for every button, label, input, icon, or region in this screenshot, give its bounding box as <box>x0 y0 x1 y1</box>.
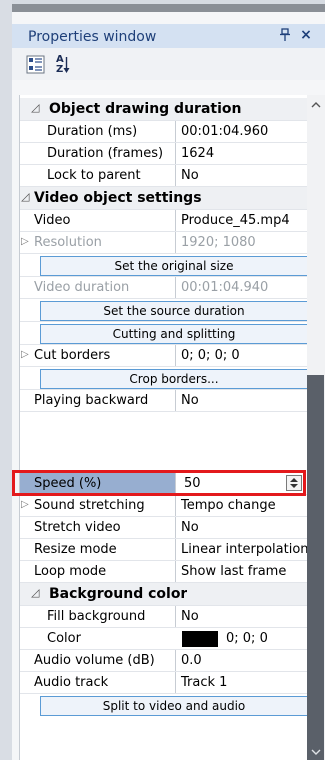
property-audio-volume[interactable]: Audio volume (dB) 0.0 <box>20 650 307 672</box>
alphabetical-sort-button[interactable]: A Z <box>51 53 71 75</box>
category-object-drawing-duration[interactable]: ◿ Object drawing duration <box>20 98 307 121</box>
expand-arrow-icon[interactable]: ▷ <box>21 499 29 510</box>
property-cut-borders[interactable]: ▷ Cut borders 0; 0; 0; 0 <box>20 345 307 367</box>
property-value[interactable]: 0; 0; 0; 0 <box>175 345 307 366</box>
property-name: Audio volume (dB) <box>34 653 155 668</box>
property-value[interactable]: No <box>175 165 307 186</box>
property-loop-mode[interactable]: Loop mode Show last frame <box>20 561 307 583</box>
pin-icon[interactable] <box>279 28 291 42</box>
property-playing-backward[interactable]: Playing backward No <box>20 390 307 412</box>
window-left-edge <box>0 0 12 760</box>
property-name: Resolution <box>34 235 102 250</box>
property-value: 1920; 1080 <box>175 232 307 253</box>
property-stretch-video[interactable]: Stretch video No <box>20 517 307 539</box>
cutting-and-splitting-row: Cutting and splitting <box>20 322 307 345</box>
set-source-duration-button[interactable]: Set the source duration <box>40 301 307 321</box>
property-name: Duration (ms) <box>47 124 138 139</box>
split-video-audio-row: Split to video and audio <box>20 694 307 716</box>
property-name: Loop mode <box>34 564 107 579</box>
panel-title: Properties window <box>28 29 157 45</box>
crop-borders-row: Crop borders... <box>20 367 307 390</box>
set-original-size-button[interactable]: Set the original size <box>40 256 307 276</box>
property-name: Fill background <box>47 609 146 624</box>
category-video-object-settings[interactable]: ◿ Video object settings <box>20 187 307 210</box>
category-background-color[interactable]: ◿ Background color <box>20 583 307 606</box>
expand-arrow-icon[interactable]: ▷ <box>21 349 29 360</box>
property-sound-stretching[interactable]: ▷ Sound stretching Tempo change <box>20 495 307 517</box>
property-value[interactable]: Produce_45.mp4 <box>175 210 307 231</box>
property-value[interactable]: 00:01:04.960 <box>175 121 307 142</box>
property-value[interactable]: Show last frame <box>175 561 307 582</box>
cutting-and-splitting-button[interactable]: Cutting and splitting <box>40 324 307 344</box>
category-label: Object drawing duration <box>49 101 242 117</box>
close-icon[interactable]: × <box>299 26 313 44</box>
property-name: Audio track <box>34 675 109 690</box>
scroll-down-icon[interactable] <box>307 744 324 760</box>
property-value[interactable]: 0.0 <box>175 650 307 671</box>
property-color[interactable]: Color 0; 0; 0 <box>20 628 307 650</box>
property-resize-mode[interactable]: Resize mode Linear interpolation <box>20 539 307 561</box>
collapse-arrow-icon[interactable]: ◿ <box>31 586 39 599</box>
category-label: Video object settings <box>34 190 202 206</box>
property-value[interactable]: No <box>175 517 307 538</box>
property-duration-frames[interactable]: Duration (frames) 1624 <box>20 143 307 165</box>
property-video-duration[interactable]: Video duration 00:01:04.940 <box>20 277 307 299</box>
property-value[interactable]: 1624 <box>175 143 307 164</box>
property-fill-background[interactable]: Fill background No <box>20 606 307 628</box>
property-name: Video <box>34 213 71 228</box>
scrollbar-thumb[interactable] <box>307 375 324 760</box>
property-video[interactable]: Video Produce_45.mp4 <box>20 210 307 232</box>
property-value[interactable]: No <box>175 606 307 627</box>
property-resolution[interactable]: ▷ Resolution 1920; 1080 <box>20 232 307 254</box>
property-value[interactable]: Tempo change <box>175 495 307 516</box>
speed-highlight-box <box>12 470 306 496</box>
property-value[interactable]: Track 1 <box>175 672 307 693</box>
categorized-view-button[interactable] <box>26 53 46 75</box>
property-duration-ms[interactable]: Duration (ms) 00:01:04.960 <box>20 121 307 143</box>
property-name: Resize mode <box>34 542 117 557</box>
set-source-duration-row: Set the source duration <box>20 299 307 322</box>
property-name: Sound stretching <box>34 498 145 513</box>
set-original-size-row: Set the original size <box>20 254 307 277</box>
color-swatch[interactable] <box>182 631 218 647</box>
crop-borders-button[interactable]: Crop borders... <box>40 369 307 389</box>
category-label: Background color <box>49 586 188 602</box>
color-value[interactable]: 0; 0; 0 <box>226 628 306 649</box>
property-value: 00:01:04.940 <box>175 277 307 298</box>
top-dark-band <box>12 4 325 12</box>
property-audio-track[interactable]: Audio track Track 1 <box>20 672 307 694</box>
property-name: Color <box>47 631 81 646</box>
property-value[interactable]: Linear interpolation <box>175 539 307 560</box>
property-name: Playing backward <box>34 393 149 408</box>
property-name: Video duration <box>34 280 130 295</box>
property-name: Cut borders <box>34 348 111 363</box>
split-to-video-and-audio-button[interactable]: Split to video and audio <box>40 696 307 716</box>
property-name: Lock to parent <box>47 168 141 183</box>
property-value[interactable]: No <box>175 390 307 411</box>
collapse-arrow-icon[interactable]: ◿ <box>31 101 39 114</box>
property-name: Duration (frames) <box>47 146 164 161</box>
property-lock-to-parent[interactable]: Lock to parent No <box>20 165 307 187</box>
collapse-arrow-icon[interactable]: ◿ <box>21 190 29 203</box>
expand-arrow-icon[interactable]: ▷ <box>21 236 29 247</box>
property-name: Stretch video <box>34 520 121 535</box>
